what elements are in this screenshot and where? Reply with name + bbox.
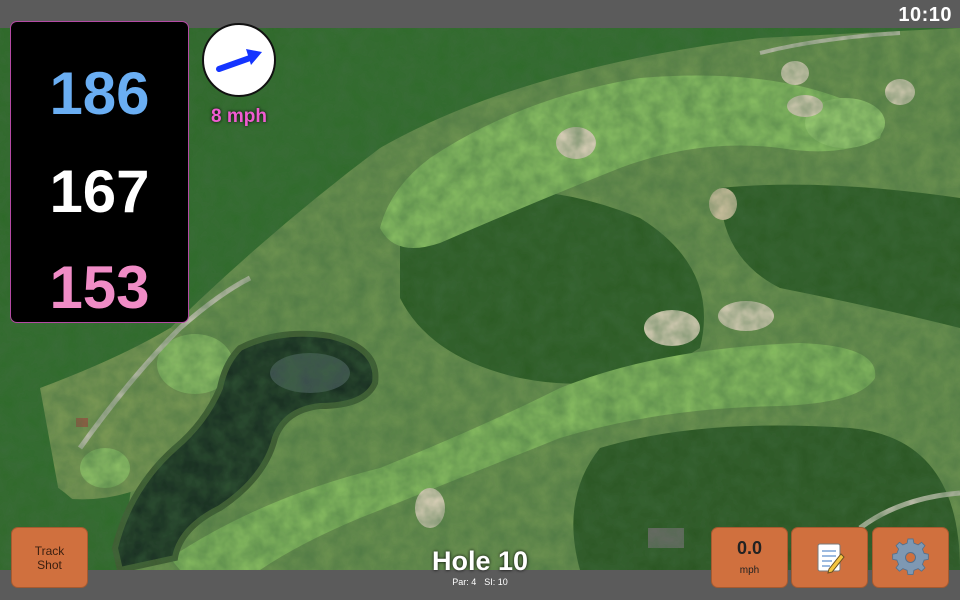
hole-par: Par: 4 <box>452 577 477 587</box>
wind-indicator <box>202 23 276 97</box>
track-shot-label: Track Shot <box>34 544 65 572</box>
settings-button[interactable] <box>873 528 948 587</box>
wind-speed: 8 mph <box>211 106 267 127</box>
hole-info: Par: 4 SI: 10 <box>400 577 560 587</box>
distance-panel: 186 167 153 <box>11 22 188 322</box>
front-distance: 153 <box>49 254 150 321</box>
gear-icon <box>892 538 929 576</box>
speed-button[interactable]: 0.0 mph <box>712 528 787 587</box>
back-distance: 186 <box>49 60 150 127</box>
hole-si: SI: 10 <box>484 577 508 587</box>
clock: 10:10 <box>898 4 952 26</box>
notes-button[interactable] <box>792 528 867 587</box>
track-shot-button[interactable]: Track Shot <box>12 528 87 587</box>
speed-unit: mph <box>739 565 760 576</box>
wind-arrow-icon <box>216 49 262 72</box>
hole-title: Hole 10 <box>431 546 529 576</box>
notepad-icon <box>817 543 845 574</box>
middle-distance: 167 <box>49 158 150 225</box>
speed-value: 0.0 <box>736 538 763 558</box>
